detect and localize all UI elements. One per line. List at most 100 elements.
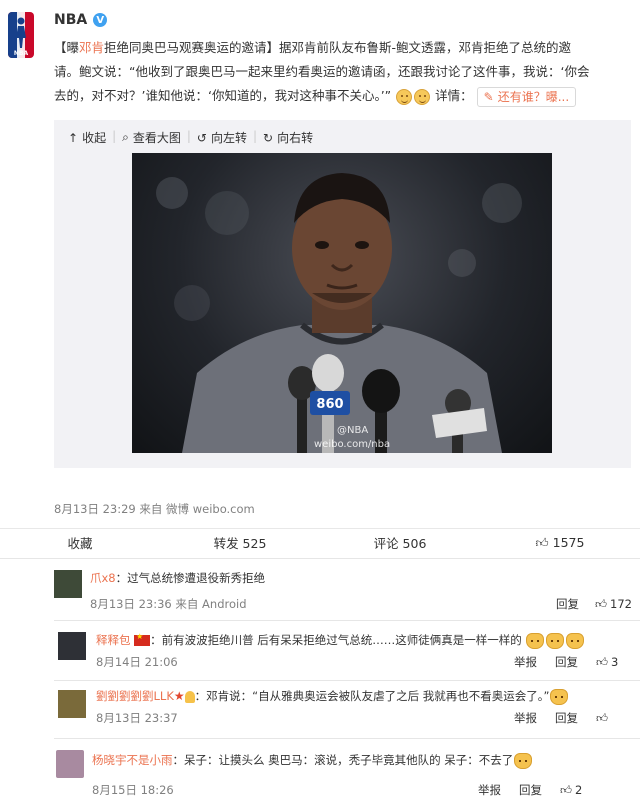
media-toolbar: ↑ 收起 | ⌕ 查看大图 | ↺ 向左转 | ↻ 向右转 (68, 129, 313, 146)
cat-emoji-icon (514, 752, 533, 769)
avatar[interactable] (58, 632, 86, 660)
report-button[interactable]: 举报 (478, 782, 501, 798)
comment-like-button[interactable]: 👍︎ 3 (596, 655, 618, 670)
comment-item: 爪x8：过气总统惨遭退役新秀拒绝 8月13日 23:36 来自 Android … (0, 566, 640, 616)
comment-separator: ： (194, 689, 207, 703)
player-illustration: 860 @NBA weibo.com/nba (156, 173, 522, 453)
comment-text: 前有波波拒绝川普 后有呆呆拒绝过气总统……这师徒俩真是一样一样的 (161, 633, 522, 647)
media-box: ↑ 收起 | ⌕ 查看大图 | ↺ 向左转 | ↻ 向右转 860 @NBA w… (54, 120, 631, 468)
thumbs-up-icon: 👍︎ (596, 710, 609, 725)
post-time-source[interactable]: 8月13日 23:29 来自 微博 weibo.com (54, 501, 255, 517)
like-count[interactable]: 1575 (553, 535, 585, 550)
thumbs-up-icon: 👍︎ (595, 596, 608, 611)
reply-button[interactable]: 回复 (555, 710, 578, 726)
comment-label[interactable]: 评论 506 (374, 533, 427, 552)
account-name[interactable]: NBA V (54, 12, 108, 28)
rotate-left-label[interactable]: 向左转 (211, 129, 247, 146)
comment-actions: 举报 回复 👍︎ 2 (478, 782, 582, 798)
comment-like-button[interactable]: 👍︎ (596, 711, 608, 726)
headline-end: 拒绝同奥巴马观赛奥运的邀请】 (104, 40, 280, 55)
cat-emoji-icon (526, 632, 545, 649)
report-button[interactable]: 举报 (514, 710, 537, 726)
toolbar-divider: | (186, 129, 191, 143)
china-flag-icon (134, 632, 151, 646)
svg-text:NBA: NBA (14, 50, 29, 57)
comment-separator: ： (150, 633, 162, 647)
toolbar-divider: | (253, 129, 258, 143)
account-name-text[interactable]: NBA (54, 12, 87, 28)
avatar[interactable] (58, 690, 86, 718)
comment-time: 8月13日 23:37 (96, 711, 178, 725)
comment-author-link[interactable]: 杨晓宇不是小雨 (92, 753, 173, 767)
reply-button[interactable]: 回复 (555, 654, 578, 670)
reply-button[interactable]: 回复 (556, 596, 579, 612)
emoji-icon (396, 88, 413, 105)
rotate-right-label[interactable]: 向右转 (277, 129, 313, 146)
divider (54, 620, 640, 621)
reply-button[interactable]: 回复 (519, 782, 542, 798)
watermark-line-2: weibo.com/nba (314, 439, 390, 450)
rotate-left-icon: ↺ (196, 130, 207, 145)
divider (0, 558, 640, 559)
comment-time: 8月15日 18:26 (92, 783, 174, 797)
post-actions-bar: 收藏 转发 525 评论 506 👍︎ 1575 (0, 528, 640, 556)
collapse-label[interactable]: 收起 (82, 129, 106, 146)
rotate-right-button[interactable]: ↻ 向右转 (263, 129, 313, 146)
repost-label[interactable]: 转发 525 (214, 533, 267, 552)
cat-emoji-icon (550, 688, 569, 705)
comment-separator: ： (115, 571, 128, 585)
view-large-label[interactable]: 查看大图 (133, 129, 181, 146)
comment-author-link[interactable]: 劉劉劉劉劉LLK (96, 689, 174, 703)
collapse-button[interactable]: ↑ 收起 (68, 129, 106, 146)
emoji-icon (414, 88, 431, 105)
divider (54, 738, 640, 739)
avatar[interactable] (54, 570, 82, 598)
comment-like-count: 172 (610, 597, 632, 611)
cat-emoji-icon (566, 632, 585, 649)
comment-like-count: 2 (575, 783, 583, 797)
avatar[interactable] (56, 750, 84, 778)
post-text: 【曝邓肯拒绝同奥巴马观赛奥运的邀请】据邓肯前队友布鲁斯-鲍文透露，邓肯拒绝了总统… (54, 36, 634, 108)
thumbs-up-icon: 👍︎ (560, 782, 573, 797)
divider (54, 680, 640, 681)
comment-author-link[interactable]: 释释包 (96, 633, 131, 647)
mic-label: 860 (316, 397, 343, 412)
detail-tag-text[interactable]: 还有谁？曝... (498, 85, 569, 109)
toolbar-divider: | (112, 129, 117, 143)
rotate-left-button[interactable]: ↺ 向左转 (197, 129, 247, 146)
comment-content: 爪x8：过气总统惨遭退役新秀拒绝 (90, 570, 265, 586)
comment-content: 释释包 ：前有波波拒绝川普 后有呆呆拒绝过气总统……这师徒俩真是一样一样的 (96, 632, 585, 649)
cat-emoji-icon (546, 632, 565, 649)
report-button[interactable]: 举报 (514, 654, 537, 670)
comment-like-count: 3 (611, 655, 619, 669)
body-line-2: 请。鲍文说：“他收到了跟奥巴马一起来里约看奥运的邀请函，还跟我讨论了这件事，我说… (54, 64, 590, 79)
comment-text: 过气总统惨遭退役新秀拒绝 (127, 571, 266, 585)
comment-like-button[interactable]: 👍︎ 2 (560, 783, 582, 798)
comment-item: 释释包 ：前有波波拒绝川普 后有呆呆拒绝过气总统……这师徒俩真是一样一样的 8月… (0, 626, 640, 678)
comment-like-button[interactable]: 👍︎ 172 (595, 597, 632, 612)
repost-button[interactable]: 转发 525 (160, 533, 320, 552)
detail-link-tag[interactable]: ✎ 还有谁？曝... (476, 85, 577, 109)
body-line-3: 去的，对不对？’谁知他说：‘你知道的，我对这种事不关心。’” (54, 88, 392, 103)
comment-item: 劉劉劉劉劉LLK★ ：邓肯说：“自从雅典奥运会被队友虐了之后 我就再也不看奥运会了… (0, 684, 640, 734)
comment-time: 8月14日 21:06 (96, 655, 178, 669)
headline-keyword-link[interactable]: 邓肯 (79, 40, 104, 55)
lightbulb-icon (184, 690, 195, 703)
comment-content: 杨晓宇不是小雨：呆子：让摸头么 奥巴马：滚说，秃子毕竟其他队的 呆子：不去了 (92, 752, 533, 769)
magnifier-icon: ⌕ (122, 130, 129, 144)
detail-label: 详情： (435, 88, 473, 103)
comment-actions: 举报 回复 👍︎ 3 (514, 654, 618, 670)
view-large-button[interactable]: ⌕ 查看大图 (122, 129, 181, 146)
comment-actions: 举报 回复 👍︎ (514, 710, 608, 726)
like-button[interactable]: 👍︎ 1575 (480, 535, 640, 551)
collect-button[interactable]: 收藏 (0, 533, 160, 552)
arrow-up-icon: ↑ (68, 130, 79, 145)
comment-button[interactable]: 评论 506 (320, 533, 480, 552)
collect-label[interactable]: 收藏 (67, 533, 92, 552)
nba-logo-icon: NBA (8, 12, 34, 58)
thumbs-up-icon: 👍︎ (596, 654, 609, 669)
comment-author-link[interactable]: 爪x8 (90, 571, 116, 585)
comment-separator: ： (172, 753, 185, 767)
post-photo[interactable]: 860 @NBA weibo.com/nba (132, 153, 552, 453)
comment-text: 邓肯说：“自从雅典奥运会被队友虐了之后 我就再也不看奥运会了。” (206, 689, 550, 703)
